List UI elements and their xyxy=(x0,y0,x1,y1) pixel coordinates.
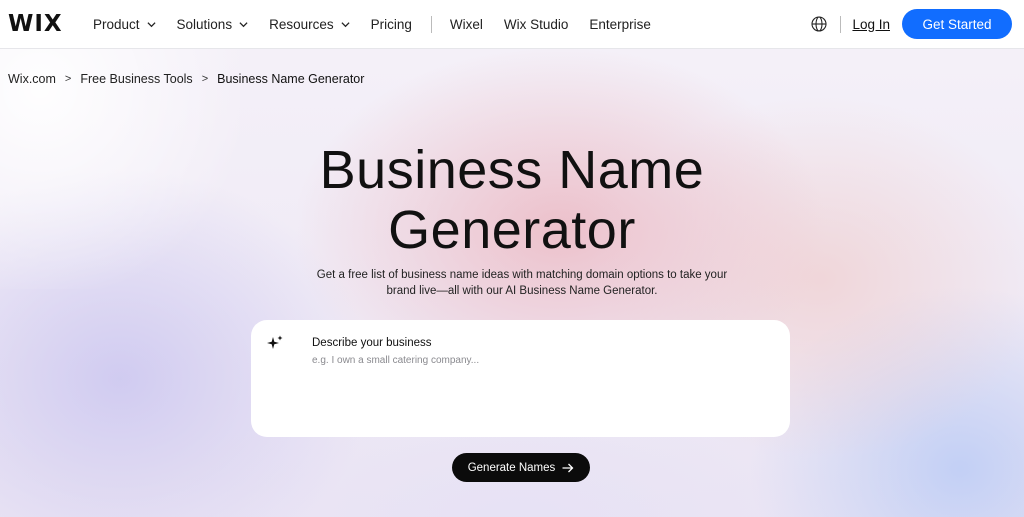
globe-icon[interactable] xyxy=(811,16,828,32)
arrow-right-icon xyxy=(562,463,574,472)
nav-item-wixel[interactable]: Wixel xyxy=(450,17,483,32)
chevron-down-icon xyxy=(239,21,248,27)
nav-item-label: Wix Studio xyxy=(503,16,569,32)
sparkle-icon xyxy=(267,335,283,349)
breadcrumb-separator: > xyxy=(64,73,72,85)
header-actions: Log In Get Started xyxy=(811,0,1012,48)
chevron-down-icon xyxy=(146,21,156,27)
nav-item-enterprise[interactable]: Enterprise xyxy=(589,17,651,32)
main-nav: Product Solutions Resources Pricing Wixe… xyxy=(93,0,672,48)
nav-item-label: Enterprise xyxy=(589,16,651,32)
breadcrumb-item-home[interactable]: Wix.com xyxy=(8,72,56,86)
nav-item-wix-studio[interactable]: Wix Studio xyxy=(504,17,569,32)
nav-item-label: Product xyxy=(93,16,140,32)
generate-names-button[interactable]: Generate Names xyxy=(452,453,590,482)
page-title-line2: Generator xyxy=(388,200,636,260)
nav-item-product[interactable]: Product xyxy=(93,17,156,32)
nav-item-label: Solutions xyxy=(176,16,233,32)
page-title: Business Name Generator xyxy=(0,140,1024,260)
breadcrumb-item-free-business-tools[interactable]: Free Business Tools xyxy=(80,72,192,86)
header-divider xyxy=(840,15,842,33)
page-title-line1: Business Name xyxy=(319,140,705,200)
nav-item-label: Wixel xyxy=(449,16,483,32)
business-description-label: Describe your business xyxy=(312,337,432,349)
breadcrumb-item-current: Business Name Generator xyxy=(217,72,365,86)
business-description-card[interactable]: Describe your business xyxy=(251,320,790,437)
breadcrumb-separator: > xyxy=(201,73,209,85)
page-subtitle: Get a free list of business name ideas w… xyxy=(316,269,728,297)
business-description-input[interactable] xyxy=(312,352,752,368)
breadcrumb: Wix.com > Free Business Tools > Business… xyxy=(8,72,364,86)
nav-item-label: Pricing xyxy=(370,16,412,32)
chevron-down-icon xyxy=(341,21,350,27)
nav-item-resources[interactable]: Resources xyxy=(269,17,350,32)
nav-item-solutions[interactable]: Solutions xyxy=(177,17,249,32)
nav-item-label: Resources xyxy=(269,16,334,32)
get-started-button[interactable]: Get Started xyxy=(902,9,1012,39)
nav-divider xyxy=(430,15,432,33)
login-link[interactable]: Log In xyxy=(852,17,890,32)
wix-logo[interactable]: WIX xyxy=(8,11,63,37)
nav-item-pricing[interactable]: Pricing xyxy=(371,17,412,32)
top-navigation-bar: WIX Product Solutions Resources Pricing … xyxy=(0,0,1024,49)
generate-names-label: Generate Names xyxy=(467,461,556,474)
